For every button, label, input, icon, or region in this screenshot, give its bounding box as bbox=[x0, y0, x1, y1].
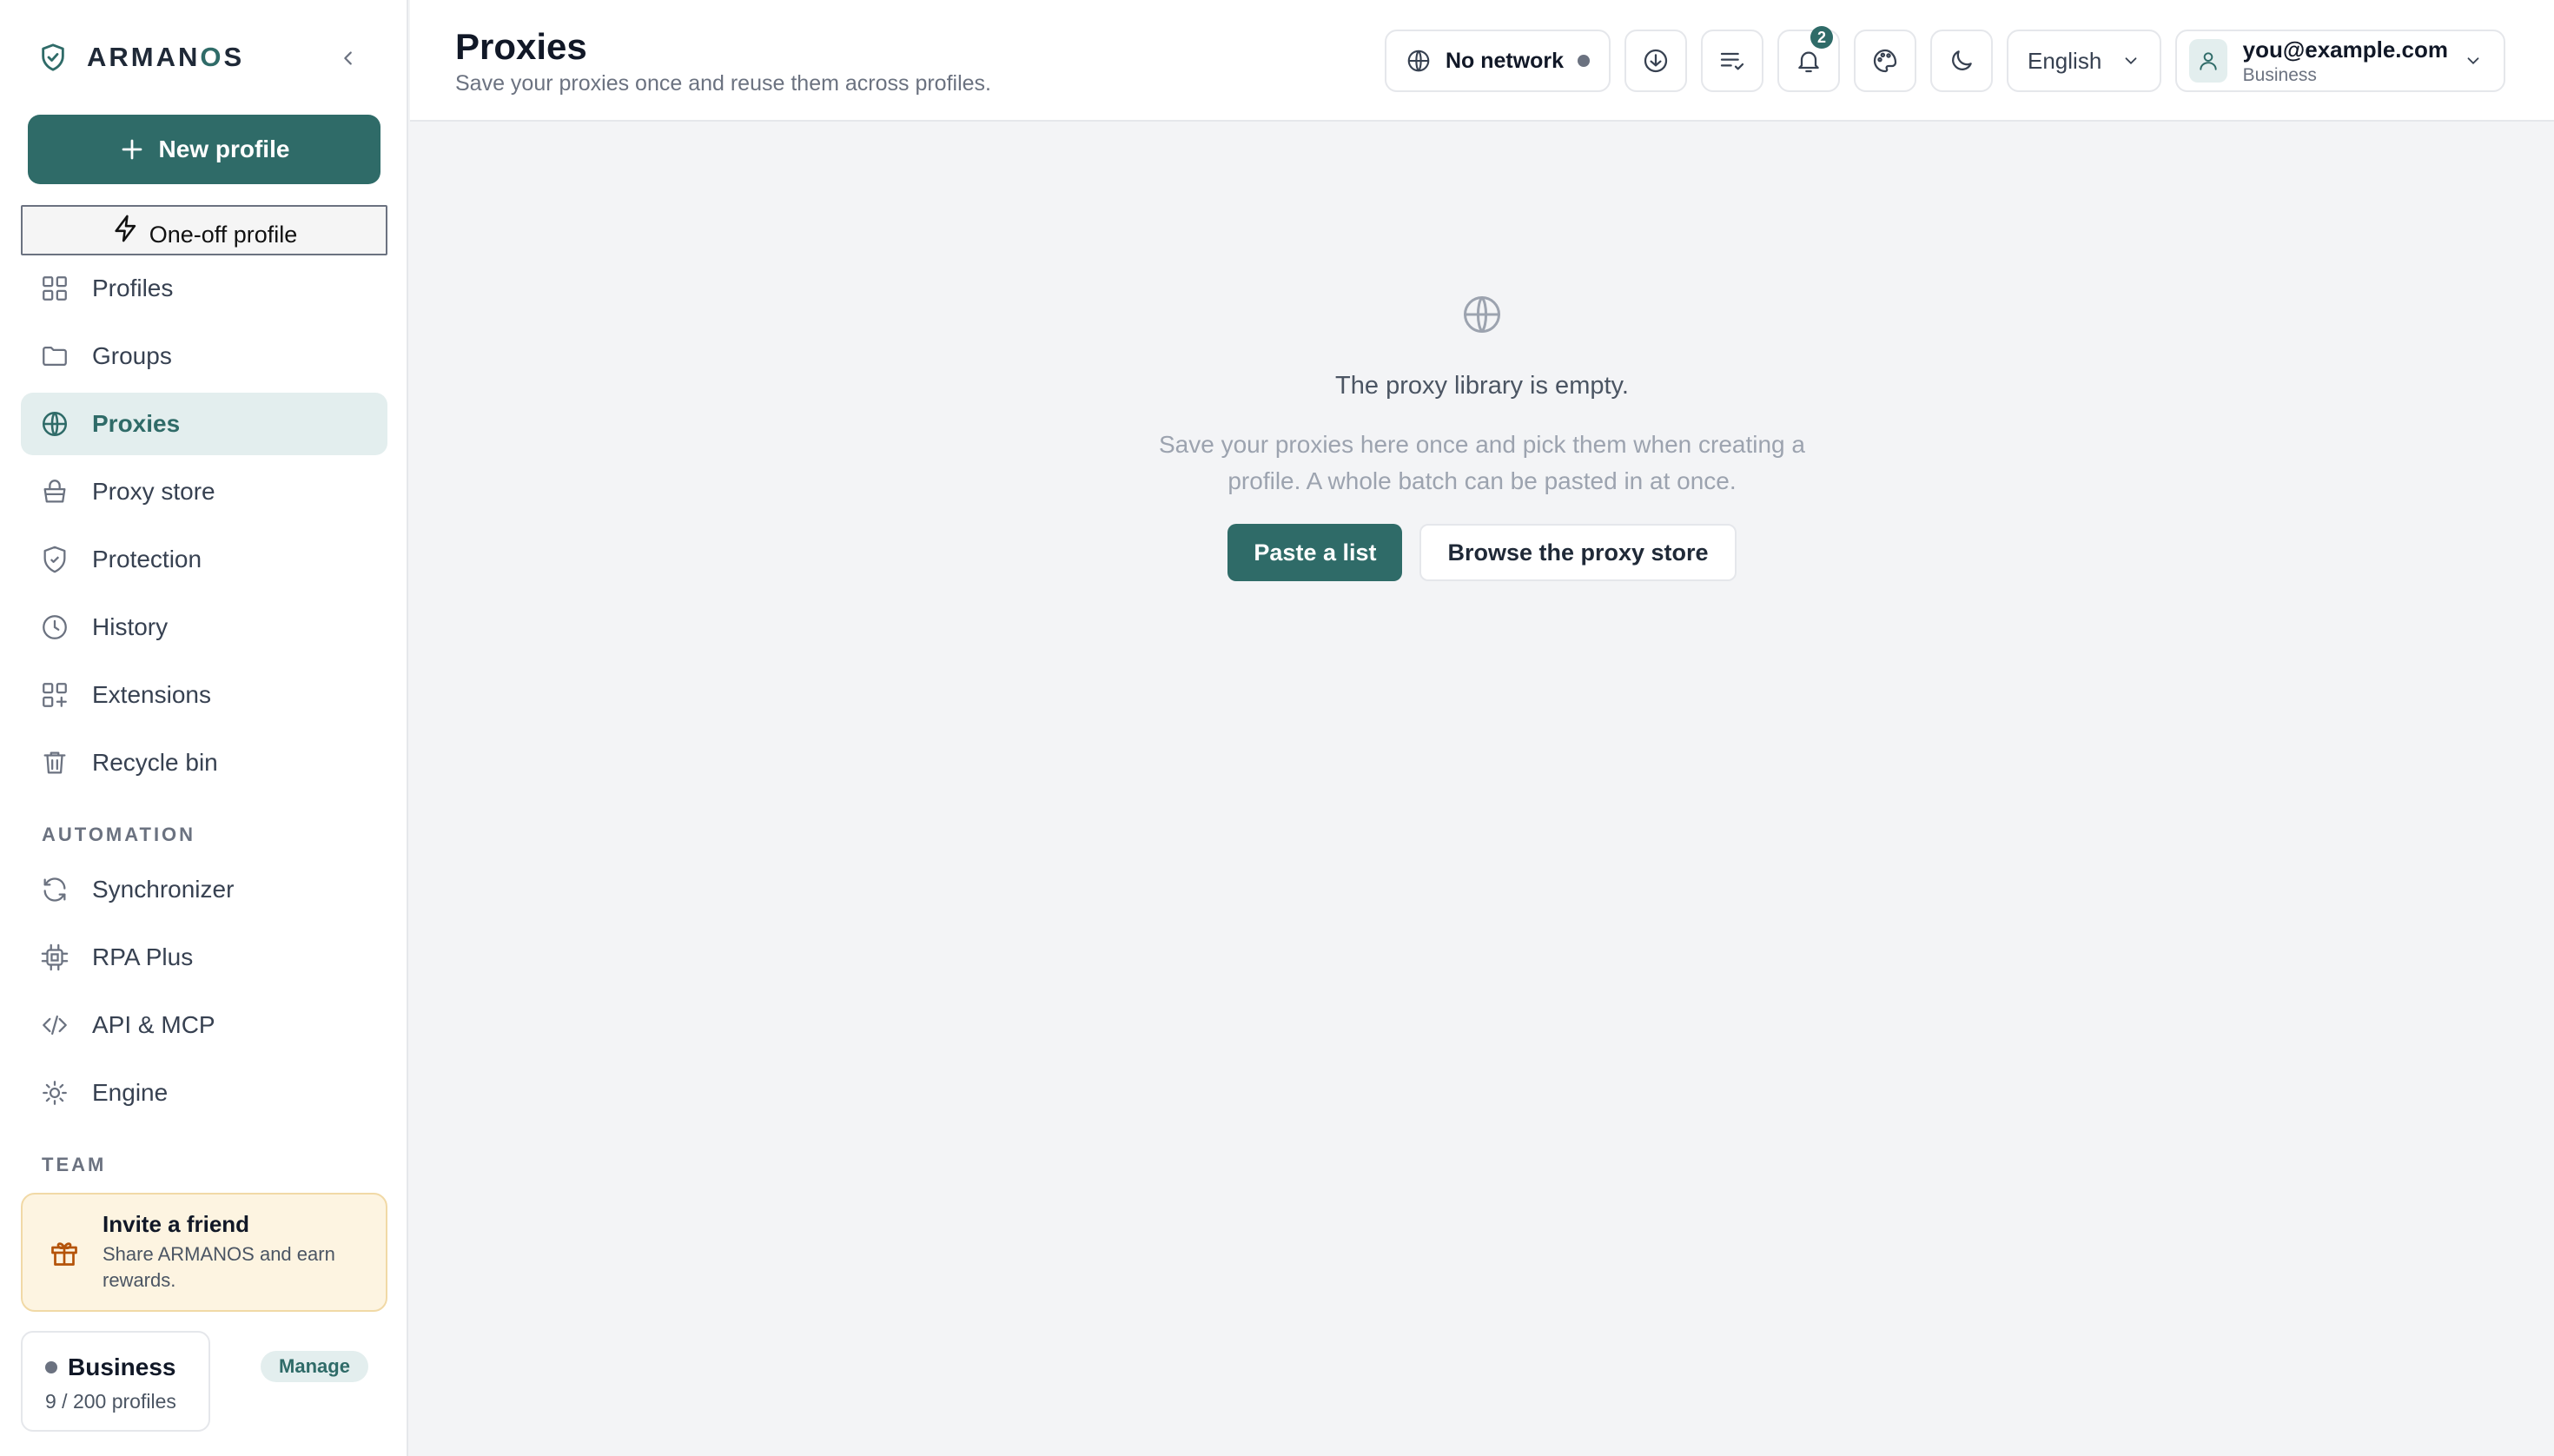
chevron-down-icon bbox=[2464, 51, 2483, 70]
sidebar-item-label: Groups bbox=[92, 342, 172, 369]
plus-icon bbox=[119, 136, 145, 162]
download-circle-icon bbox=[1642, 47, 1670, 75]
one-off-profile-label: One-off profile bbox=[149, 222, 298, 248]
chevron-down-icon bbox=[2121, 51, 2140, 70]
globe-icon bbox=[1459, 292, 1505, 337]
sidebar: ARMANOS New profile One-off profile Prof… bbox=[0, 0, 408, 1456]
plan-card: Business 9 / 200 profiles bbox=[21, 1331, 210, 1432]
invite-subtitle: Share ARMANOS and earn rewards. bbox=[103, 1243, 335, 1291]
sidebar-item-history[interactable]: History bbox=[21, 596, 387, 659]
dark-mode-button[interactable] bbox=[1930, 30, 1993, 92]
palette-icon bbox=[1871, 47, 1899, 75]
one-off-profile-button[interactable]: One-off profile bbox=[21, 205, 387, 255]
collapse-sidebar-button[interactable] bbox=[334, 43, 363, 73]
moon-icon bbox=[1948, 47, 1975, 75]
sidebar-item-label: Proxy store bbox=[92, 478, 215, 505]
section-label-team: TEAM bbox=[42, 1154, 107, 1175]
sidebar-item-extensions[interactable]: Extensions bbox=[21, 664, 387, 726]
network-status-dot bbox=[1578, 55, 1590, 67]
sidebar-item-profiles[interactable]: Profiles bbox=[21, 257, 387, 320]
globe-icon bbox=[40, 409, 69, 439]
extensions-icon bbox=[40, 680, 69, 710]
sidebar-item-recycle-bin[interactable]: Recycle bin bbox=[21, 731, 387, 794]
chevron-left-icon bbox=[339, 49, 358, 68]
invite-text: Invite a friend Share ARMANOS and earn r… bbox=[103, 1211, 354, 1294]
bell-icon bbox=[1795, 47, 1823, 75]
language-select[interactable]: English bbox=[2007, 30, 2161, 92]
notifications-button[interactable]: 2 bbox=[1777, 26, 1840, 92]
sidebar-item-synchronizer[interactable]: Synchronizer bbox=[21, 858, 387, 921]
theme-palette-button[interactable] bbox=[1854, 30, 1916, 92]
list-check-icon bbox=[1717, 47, 1747, 75]
gift-icon bbox=[49, 1237, 80, 1268]
sync-icon bbox=[40, 875, 69, 904]
user-info: you@example.com Business bbox=[2243, 36, 2448, 86]
sidebar-item-label: Profiles bbox=[92, 275, 174, 301]
empty-state-description: Save your proxies here once and pick the… bbox=[1159, 431, 1805, 494]
grid-icon bbox=[40, 274, 69, 303]
sun-icon bbox=[40, 1078, 69, 1108]
plan-profile-count: 9 / 200 profiles bbox=[45, 1390, 176, 1413]
sidebar-item-label: Engine bbox=[92, 1079, 169, 1106]
sidebar-item-label: Protection bbox=[92, 546, 202, 572]
sidebar-item-label: API & MCP bbox=[92, 1011, 215, 1038]
globe-icon bbox=[1406, 48, 1432, 74]
sidebar-item-proxy-store[interactable]: Proxy store bbox=[21, 460, 387, 523]
user-email: you@example.com bbox=[2242, 36, 2448, 63]
task-list-button[interactable] bbox=[1701, 30, 1763, 92]
new-profile-button[interactable]: New profile bbox=[28, 115, 380, 184]
plan-name: Business bbox=[45, 1353, 208, 1381]
sidebar-item-label: Synchronizer bbox=[92, 876, 235, 903]
shield-check-icon bbox=[38, 42, 68, 73]
sidebar-item-api-mcp[interactable]: API & MCP bbox=[21, 994, 387, 1056]
sidebar-item-rpa-plus[interactable]: RPA Plus bbox=[21, 926, 387, 989]
page-subtitle: Save your proxies once and reuse them ac… bbox=[455, 71, 991, 96]
folder-icon bbox=[40, 341, 69, 371]
lightning-icon bbox=[111, 212, 141, 245]
sidebar-item-label: Extensions bbox=[92, 681, 211, 708]
browse-proxy-store-button[interactable]: Browse the proxy store bbox=[1419, 524, 1737, 581]
sidebar-item-label: RPA Plus bbox=[92, 943, 194, 970]
basket-icon bbox=[40, 477, 69, 506]
user-menu-button[interactable]: you@example.com Business bbox=[2175, 30, 2505, 92]
proxies-empty-state: The proxy library is empty. Save your pr… bbox=[410, 122, 2554, 581]
user-icon bbox=[2197, 50, 2220, 72]
sidebar-item-label: Proxies bbox=[92, 410, 181, 437]
sidebar-item-engine[interactable]: Engine bbox=[21, 1062, 387, 1124]
invite-title: Invite a friend bbox=[103, 1211, 250, 1237]
empty-state-title: The proxy library is empty. bbox=[1335, 372, 1629, 400]
sidebar-item-label: Recycle bin bbox=[92, 749, 218, 776]
plan-status-dot bbox=[45, 1361, 57, 1373]
trash-icon bbox=[40, 748, 69, 778]
brand-name: ARMANOS bbox=[87, 42, 245, 72]
new-profile-label: New profile bbox=[158, 136, 290, 162]
user-plan: Business bbox=[2242, 64, 2317, 85]
notifications-badge: 2 bbox=[1810, 26, 1833, 49]
code-icon bbox=[40, 1010, 69, 1040]
empty-state-actions: Paste a list Browse the proxy store bbox=[1227, 524, 1737, 581]
sidebar-item-protection[interactable]: Protection bbox=[21, 528, 387, 591]
paste-list-button[interactable]: Paste a list bbox=[1227, 524, 1403, 581]
manage-plan-button[interactable]: Manage bbox=[261, 1351, 368, 1382]
page-title: Proxies bbox=[455, 26, 587, 67]
shield-icon bbox=[40, 545, 69, 574]
clock-icon bbox=[40, 612, 69, 642]
section-label-automation: AUTOMATION bbox=[42, 824, 196, 845]
sidebar-item-groups[interactable]: Groups bbox=[21, 325, 387, 387]
invite-friend-card[interactable]: Invite a friend Share ARMANOS and earn r… bbox=[21, 1193, 387, 1312]
top-header: Proxies Save your proxies once and reuse… bbox=[410, 0, 2554, 122]
avatar bbox=[2189, 39, 2227, 83]
sidebar-item-proxies[interactable]: Proxies bbox=[21, 393, 387, 455]
network-status-label: No network bbox=[1445, 48, 1565, 73]
sidebar-item-label: History bbox=[92, 613, 169, 640]
brand: ARMANOS bbox=[38, 42, 244, 73]
language-value: English bbox=[2028, 47, 2102, 74]
chip-icon bbox=[40, 943, 69, 972]
network-status-button[interactable]: No network bbox=[1385, 30, 1611, 92]
download-button[interactable] bbox=[1624, 30, 1687, 92]
